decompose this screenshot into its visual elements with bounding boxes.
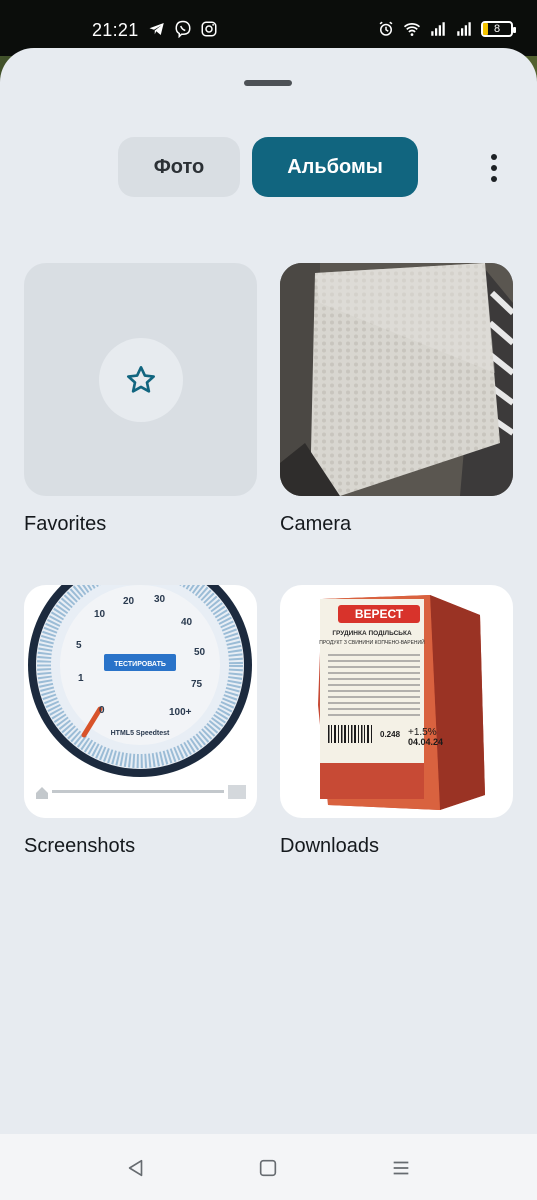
album-favorites[interactable]: Favorites [24,263,257,535]
album-screenshots[interactable]: 0 1 5 10 20 30 40 50 75 100+ ТЕСТИРОВАТЬ… [24,585,257,857]
gauge-tick: 75 [191,679,203,690]
signal-icon [457,22,471,36]
favorites-circle [98,337,183,422]
gauge-tick: 5 [76,640,82,651]
gauge-tick: 40 [181,617,193,628]
star-icon [126,365,155,393]
label-brand: ВЕРЕСТ [355,607,404,621]
gauge-tick: 50 [194,647,206,658]
alarm-icon [379,21,393,36]
album-name: Camera [280,513,352,535]
home-icon[interactable] [256,1156,280,1180]
album-name: Downloads [280,835,379,857]
drag-handle[interactable] [244,80,292,86]
albums-sheet: Фото Альбомы Favorites Camera 0 1 5 10 2… [0,48,537,1134]
speedtest-button-label: ТЕСТИРОВАТЬ [114,661,166,668]
speedtest-screenshot: 0 1 5 10 20 30 40 50 75 100+ ТЕСТИРОВАТЬ… [24,585,257,818]
gauge-tick: 20 [123,596,135,607]
label-subtitle: ПРОДУКТ З СВИНИНИ КОПЧЕНО-ВАРЕНИЙ [319,638,425,646]
gauge-tick: 10 [94,609,106,620]
camera-photo [280,263,513,496]
gauge-tick: 1 [78,673,84,684]
more-options-icon[interactable] [484,148,504,188]
gauge-tick: 30 [154,594,166,605]
instagram-icon [201,21,217,37]
label-weight: 0.248 [380,730,401,739]
telegram-icon [149,23,164,35]
tab-albums[interactable]: Альбомы [252,137,418,197]
album-thumbnail[interactable] [24,263,257,496]
album-thumbnail[interactable]: ВЕРЕСТ ГРУДИНКА ПОДІЛЬСЬКА ПРОДУКТ З СВИ… [280,585,513,818]
downloads-photo: ВЕРЕСТ ГРУДИНКА ПОДІЛЬСЬКА ПРОДУКТ З СВИ… [318,595,485,810]
back-icon[interactable] [124,1156,148,1180]
battery-icon: 8 [481,21,516,37]
label-product: ГРУДИНКА ПОДІЛЬСЬКА [332,630,412,637]
tab-photo[interactable]: Фото [118,137,240,197]
album-name: Screenshots [24,835,136,857]
speedtest-caption: HTML5 Speedtest [111,730,170,737]
album-thumbnail[interactable]: 0 1 5 10 20 30 40 50 75 100+ ТЕСТИРОВАТЬ… [24,585,257,818]
album-name: Favorites [24,513,107,535]
wifi-icon [403,23,421,36]
viber-icon [175,20,191,38]
signal-icon [431,22,445,36]
battery-level: 8 [493,23,501,35]
album-downloads[interactable]: ВЕРЕСТ ГРУДИНКА ПОДІЛЬСЬКА ПРОДУКТ З СВИ… [280,585,513,857]
system-navbar [0,1134,537,1200]
album-camera[interactable]: Camera [280,263,513,535]
album-thumbnail[interactable] [280,263,513,496]
menu-icon[interactable] [389,1156,413,1180]
label-date: 04.04.24 [408,737,443,747]
gauge-tick: 100+ [169,707,192,718]
status-time: 21:21 [92,20,139,40]
gauge-tick: 0 [99,705,105,716]
view-tabs: Фото Альбомы [118,137,418,197]
